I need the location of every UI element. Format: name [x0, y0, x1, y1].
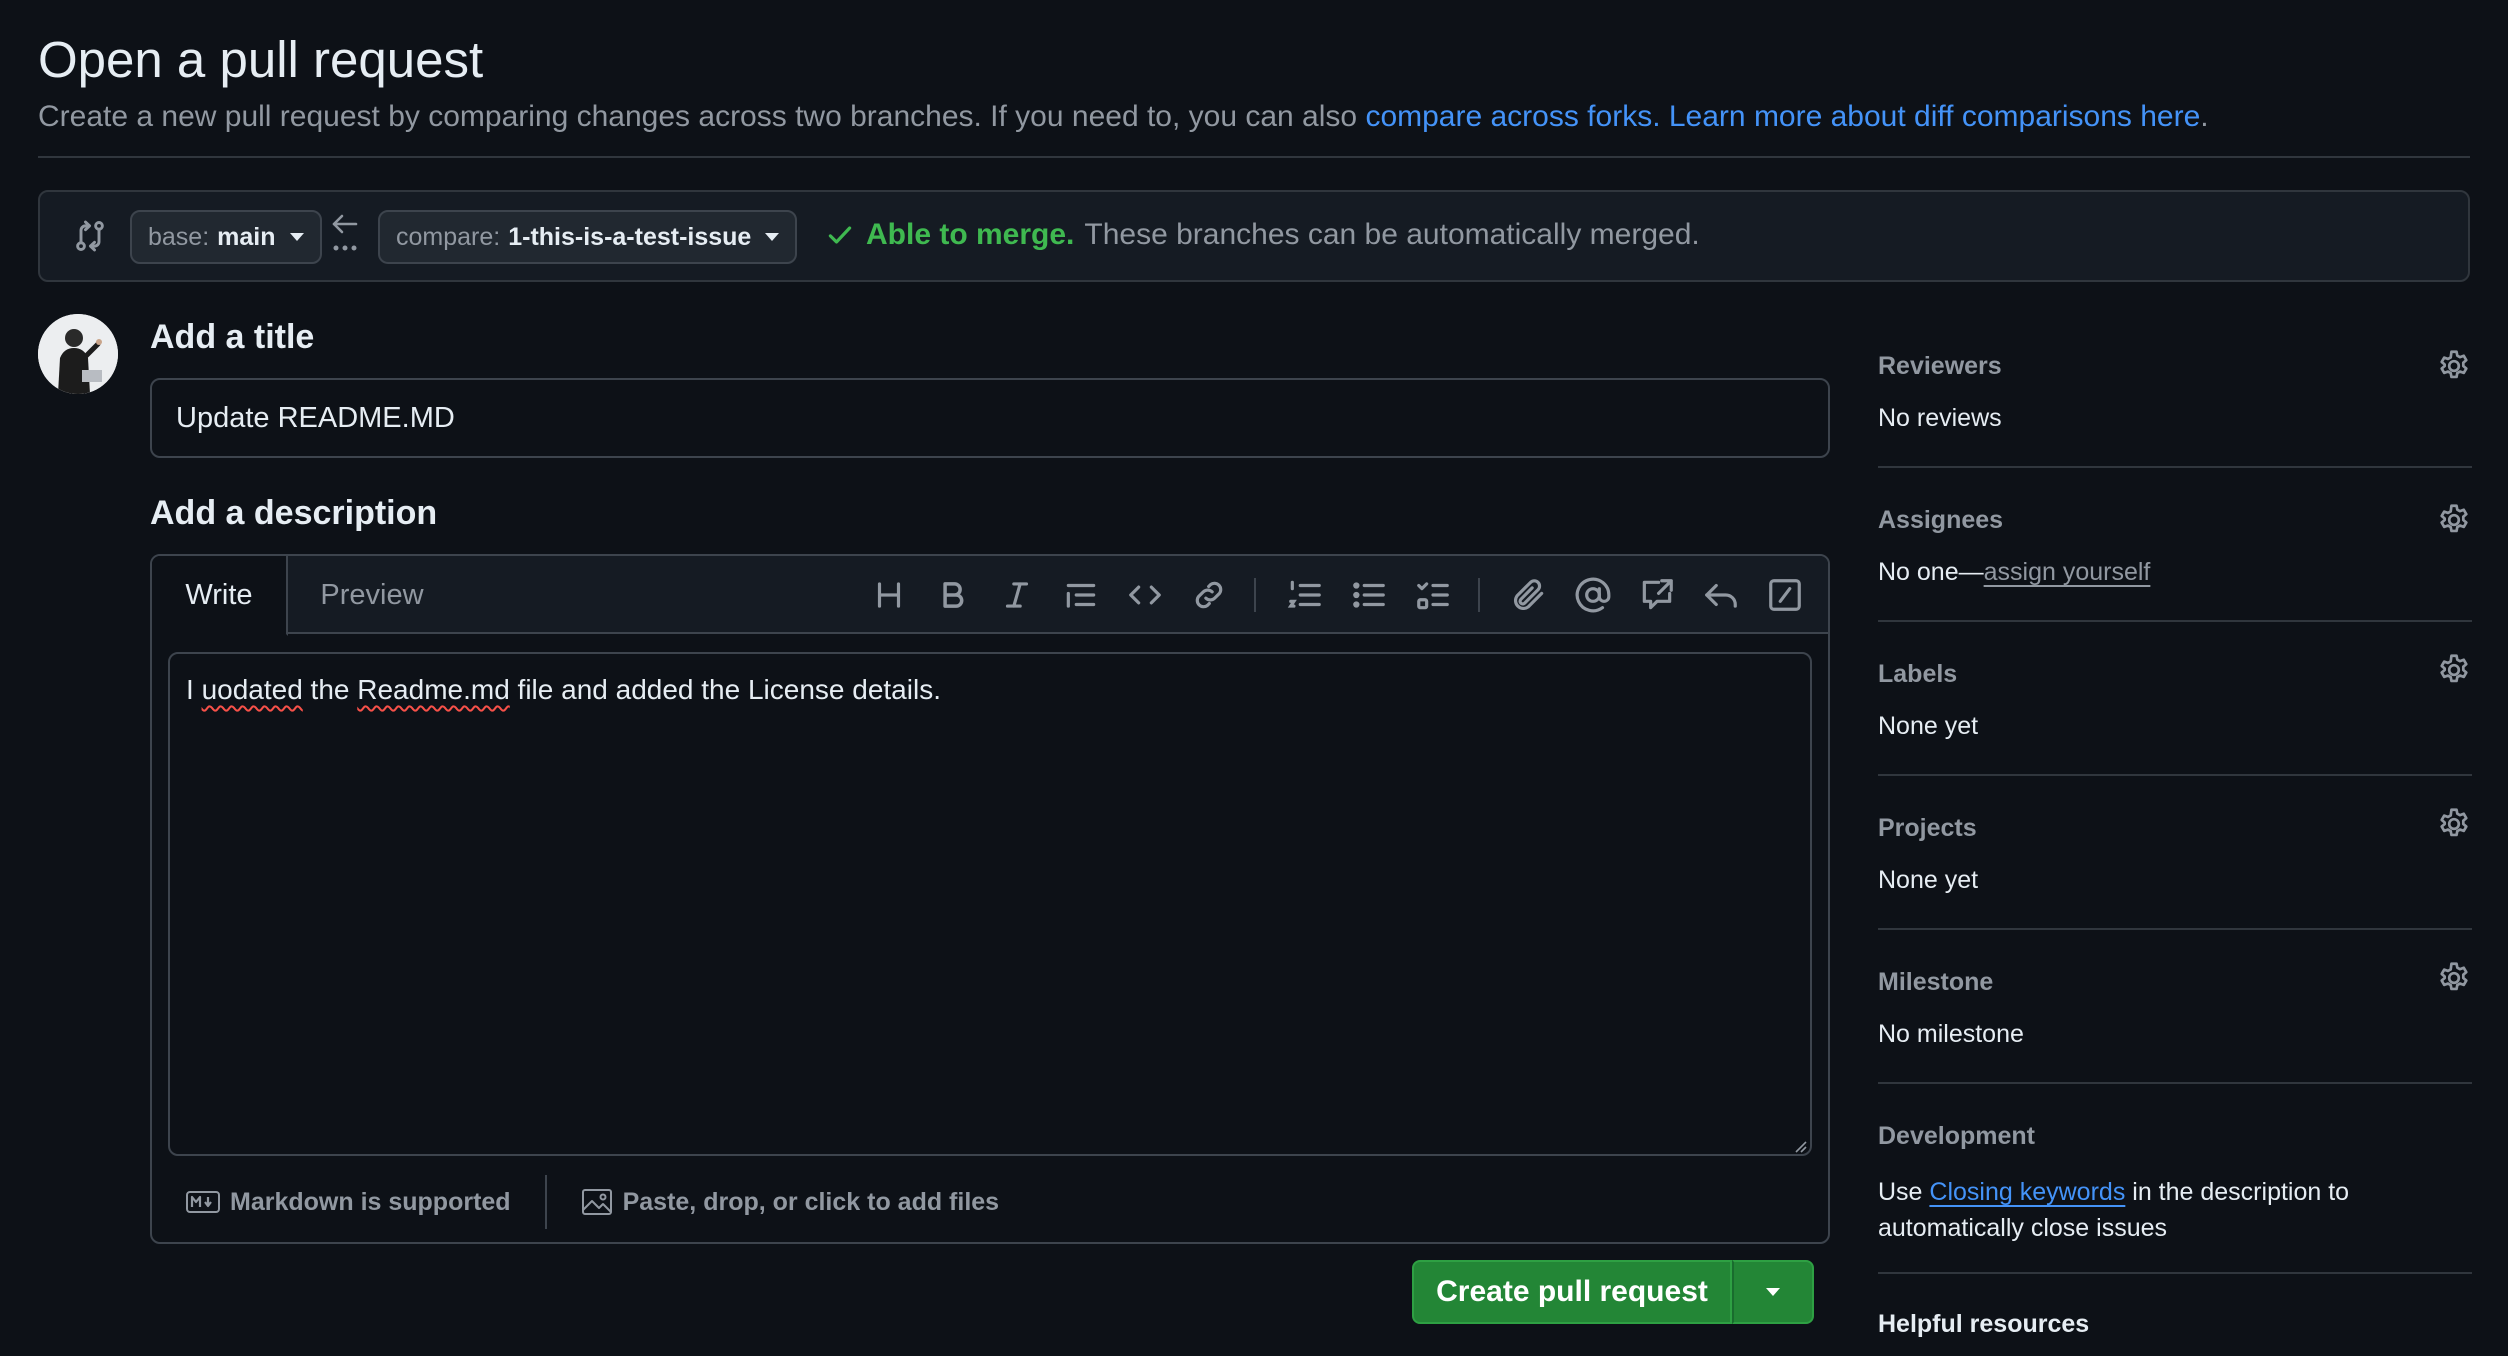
tab-preview[interactable]: Preview: [292, 556, 452, 634]
compare-value: 1-this-is-a-test-issue: [508, 222, 752, 251]
sidebar-divider: [1878, 928, 2472, 930]
description-textarea[interactable]: I uodated the Readme.md file and added t…: [168, 652, 1812, 1156]
editor-footer: Markdown is supported Paste, drop, or cl…: [152, 1162, 1828, 1242]
labels-label[interactable]: Labels: [1878, 660, 2472, 689]
toolbar-divider: [1254, 578, 1256, 612]
merge-ok-text: Able to merge.: [866, 218, 1075, 251]
create-pr-button-group: Create pull request: [1412, 1260, 1814, 1324]
base-branch-select[interactable]: base: main: [130, 210, 322, 264]
image-icon: [581, 1188, 613, 1216]
merge-status: Able to merge. These branches can be aut…: [826, 218, 1700, 252]
compare-branch-select[interactable]: compare: 1-this-is-a-test-issue: [378, 210, 798, 264]
reply-icon[interactable]: [1702, 576, 1740, 614]
development-label: Development: [1878, 1122, 2035, 1150]
gear-icon[interactable]: [2436, 960, 2472, 996]
slash-command-icon[interactable]: [1766, 576, 1804, 614]
unordered-list-icon[interactable]: [1350, 576, 1388, 614]
gear-icon[interactable]: [2436, 502, 2472, 538]
mention-icon[interactable]: [1574, 576, 1612, 614]
learn-more-link[interactable]: Learn more about diff comparisons here: [1669, 100, 2200, 133]
attach-files[interactable]: Paste, drop, or click to add files: [581, 1187, 1000, 1217]
compare-across-forks-link[interactable]: compare across forks.: [1365, 100, 1660, 133]
description-editor: Write Preview I uodated the Readme.md fi…: [150, 554, 1830, 1244]
sidebar-divider: [1878, 774, 2472, 776]
attach-note: Paste, drop, or click to add files: [622, 1187, 1000, 1216]
gear-icon[interactable]: [2436, 652, 2472, 688]
development-note: Use Closing keywords in the description …: [1878, 1174, 2398, 1246]
arrow-left-icon: [330, 212, 360, 256]
footer-divider: [544, 1175, 547, 1229]
milestone-value: No milestone: [1878, 1020, 2024, 1048]
page-subtitle: Create a new pull request by comparing c…: [38, 100, 2209, 134]
link-icon[interactable]: [1190, 576, 1228, 614]
check-icon: [826, 221, 854, 249]
helpful-resources-heading: Helpful resources: [1878, 1310, 2090, 1338]
task-list-icon[interactable]: [1414, 576, 1452, 614]
page-title: Open a pull request: [38, 31, 484, 88]
git-compare-icon: [72, 218, 108, 254]
assignees-value: No one—assign yourself: [1878, 558, 2472, 587]
avatar[interactable]: [38, 314, 118, 394]
description-heading: Add a description: [150, 494, 438, 532]
reviewers-value: No reviews: [1878, 404, 2002, 432]
chevron-down-icon: [765, 233, 780, 241]
desc-text: the: [302, 674, 358, 705]
resize-handle[interactable]: [1792, 1138, 1808, 1154]
merge-description: These branches can be automatically merg…: [1084, 218, 1700, 251]
create-pull-request-button[interactable]: Create pull request: [1412, 1260, 1732, 1324]
attach-icon[interactable]: [1510, 576, 1548, 614]
chevron-down-icon: [289, 233, 304, 241]
gear-icon[interactable]: [2436, 806, 2472, 842]
desc-text: file and added the License details.: [509, 674, 941, 705]
subtitle-text: Create a new pull request by comparing c…: [38, 100, 1366, 133]
quote-icon[interactable]: [1062, 576, 1100, 614]
title-heading: Add a title: [150, 318, 315, 356]
desc-text: I: [186, 674, 202, 705]
base-prefix: base:: [148, 222, 210, 251]
misspelled-word: uodated: [201, 674, 303, 705]
sidebar-divider: [1878, 466, 2472, 468]
assignees-prefix: No one—: [1878, 558, 1984, 586]
bold-icon[interactable]: [934, 576, 972, 614]
markdown-note: Markdown is supported: [230, 1187, 511, 1216]
italic-icon[interactable]: [998, 576, 1036, 614]
misspelled-word: Readme.md: [357, 674, 510, 705]
title-input[interactable]: [150, 378, 1830, 458]
projects-label[interactable]: Projects: [1878, 814, 2472, 843]
editor-toolbar: Write Preview: [152, 556, 1828, 636]
assign-yourself-link[interactable]: assign yourself: [1984, 558, 2151, 586]
milestone-label[interactable]: Milestone: [1878, 968, 2472, 997]
heading-icon[interactable]: [870, 576, 908, 614]
base-value: main: [217, 222, 276, 251]
labels-value: None yet: [1878, 712, 1979, 740]
compare-bar: base: main compare: 1-this-is-a-test-issue…: [38, 190, 2470, 282]
development-prefix: Use: [1878, 1178, 1930, 1206]
code-icon[interactable]: [1126, 576, 1164, 614]
tab-write[interactable]: Write: [152, 556, 288, 636]
markdown-supported[interactable]: Markdown is supported: [186, 1188, 511, 1217]
header-divider: [38, 156, 2470, 158]
compare-prefix: compare:: [396, 222, 501, 251]
toolbar-divider: [1478, 578, 1480, 612]
cross-reference-icon[interactable]: [1638, 576, 1676, 614]
closing-keywords-link[interactable]: Closing keywords: [1929, 1178, 2125, 1206]
assignees-label[interactable]: Assignees: [1878, 506, 2472, 535]
reviewers-label[interactable]: Reviewers: [1878, 352, 2472, 381]
projects-value: None yet: [1878, 866, 1979, 894]
ordered-list-icon[interactable]: [1286, 576, 1324, 614]
sidebar-divider: [1878, 1082, 2472, 1084]
chevron-down-icon: [1766, 1288, 1780, 1296]
create-options-dropdown[interactable]: [1732, 1260, 1814, 1324]
markdown-icon: [186, 1191, 220, 1213]
sidebar-divider: [1878, 620, 2472, 622]
subtitle-end: .: [2200, 100, 2209, 133]
sidebar-divider: [1878, 1272, 2472, 1274]
gear-icon[interactable]: [2436, 348, 2472, 384]
